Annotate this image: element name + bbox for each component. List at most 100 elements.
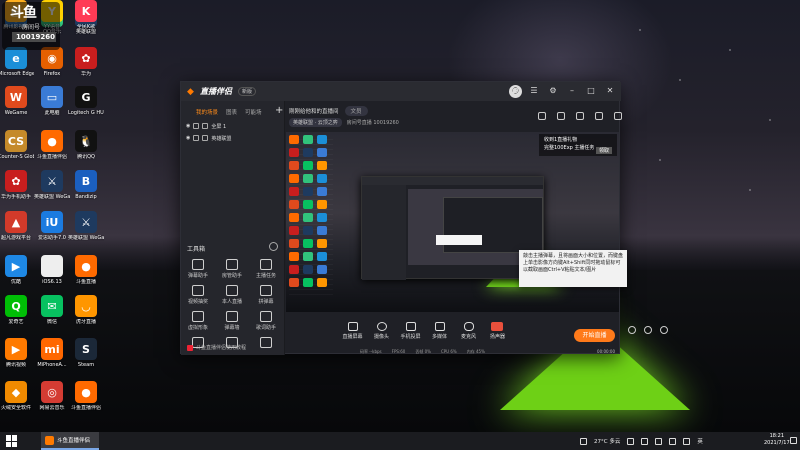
tool-button[interactable]: 歌词助手 bbox=[249, 311, 283, 331]
app-icon: ▲ bbox=[5, 211, 27, 233]
camera-button[interactable]: 摄像头 bbox=[367, 322, 396, 340]
phone-cast-button[interactable]: 手机投屏 bbox=[396, 322, 425, 340]
lock-icon[interactable] bbox=[193, 123, 200, 129]
streaming-app-window[interactable]: ◆ 直播伴侣 新版 ☺ ▣ ☰ ⚙ – □ ✕ 我的场景 图表 可能场 + ◉ … bbox=[180, 81, 668, 355]
desktop-icon[interactable]: ◉ Firefox bbox=[34, 47, 70, 77]
taskbar-app-douyu[interactable]: 斗鱼直播伴侣 bbox=[41, 432, 99, 450]
task-banner[interactable]: 收到1直播礼物 完整100Exp 主播任务 领取 bbox=[539, 134, 617, 156]
desktop-icon[interactable]: iOS6.13 bbox=[34, 255, 70, 285]
windows-start-icon[interactable] bbox=[6, 435, 18, 447]
desktop-icon-label: Microsoft Edge bbox=[0, 71, 34, 77]
gift-box-icon[interactable] bbox=[538, 112, 546, 120]
scene-item[interactable]: ◉ 英雄联盟 bbox=[181, 132, 284, 144]
version-badge[interactable]: 新版 bbox=[238, 87, 257, 96]
desktop-icon-label: 英雄联盟 WeGame版 bbox=[68, 235, 104, 241]
toolbox-settings-icon[interactable] bbox=[269, 242, 278, 251]
tool-button[interactable]: 主播任务 bbox=[249, 259, 283, 279]
desktop-icon[interactable]: ● 斗鱼直播伴侣 bbox=[34, 130, 70, 160]
preview-app-icon bbox=[303, 265, 313, 274]
desktop-icon[interactable]: ◆ 火绒安全软件 bbox=[0, 381, 34, 411]
tray-app-icon[interactable] bbox=[655, 437, 663, 445]
desktop-icon[interactable]: ✉ 微信 bbox=[34, 295, 70, 325]
tutorial-link[interactable]: 斗鱼直播伴侣使用教程 bbox=[187, 344, 246, 351]
add-scene-icon[interactable]: + bbox=[275, 105, 283, 116]
desktop-icon[interactable]: ● 斗鱼直播伴侣 bbox=[68, 381, 104, 411]
desktop-icon[interactable]: Q 爱奇艺 bbox=[0, 295, 34, 325]
desktop-icon[interactable]: ▲ 超凡游戏平台 bbox=[0, 211, 34, 241]
weather-icon[interactable] bbox=[580, 437, 587, 445]
room-tag[interactable]: 文员 bbox=[344, 106, 368, 116]
record-icon[interactable] bbox=[628, 326, 636, 334]
desktop-icon[interactable]: iU 爱思助手7.0 bbox=[34, 211, 70, 241]
chat-icon[interactable] bbox=[576, 112, 584, 120]
scene-item[interactable]: ◉ 全屏 1 bbox=[181, 120, 284, 132]
tool-button[interactable]: 房管助手 bbox=[215, 259, 249, 279]
tool-button[interactable]: 弹幕助手 bbox=[181, 259, 215, 279]
tool-button[interactable]: 本人直播 bbox=[215, 285, 249, 305]
desktop-icon[interactable]: ▶ 腾讯视频 bbox=[0, 338, 34, 368]
weather-text[interactable]: 27°C 多云 bbox=[594, 437, 620, 445]
desktop-icon[interactable]: ● 斗鱼直播 bbox=[68, 255, 104, 285]
room-title[interactable]: 刚刚给他和的直播间 bbox=[289, 107, 339, 115]
close-icon[interactable]: ✕ bbox=[605, 85, 615, 95]
microphone-button[interactable]: 麦克风 bbox=[454, 322, 483, 340]
tool-button[interactable]: 视频抽奖 bbox=[181, 285, 215, 305]
notification-icon[interactable] bbox=[790, 437, 797, 444]
ad-sub: 房间号 bbox=[22, 24, 41, 31]
desktop-icon[interactable]: ▭ 此电脑 bbox=[34, 86, 70, 116]
desktop-icon[interactable]: ◎ 网易云音乐 bbox=[34, 381, 70, 411]
speaker-button[interactable]: 扬声器 bbox=[483, 322, 512, 340]
minimize-icon[interactable]: – bbox=[567, 85, 577, 95]
lock-icon[interactable] bbox=[193, 135, 200, 141]
tool-button[interactable]: 拼弹幕 bbox=[249, 285, 283, 305]
tray-app-icon[interactable] bbox=[641, 437, 649, 445]
desktop-icon[interactable]: ✿ 华为 bbox=[68, 47, 104, 77]
desktop-icon[interactable]: CS Counter-S Global Off... bbox=[0, 130, 34, 160]
desktop-icon[interactable]: ⚔ 英雄联盟 WeGame版 bbox=[34, 170, 70, 200]
gear-icon[interactable] bbox=[660, 326, 668, 334]
start-live-button[interactable]: 开始直播 bbox=[574, 329, 615, 342]
media-button[interactable]: 多媒体 bbox=[425, 322, 454, 340]
gift-icon[interactable]: ▣ bbox=[510, 85, 520, 95]
preview-app-icon bbox=[303, 213, 313, 222]
desktop-icon[interactable]: W WeGame bbox=[0, 86, 34, 116]
desktop-icon[interactable]: ▶ 优酷 bbox=[0, 255, 34, 285]
maximize-icon[interactable]: □ bbox=[586, 85, 596, 95]
chevron-up-icon[interactable] bbox=[627, 437, 635, 445]
input-language[interactable]: 英 bbox=[697, 437, 703, 445]
desktop-icon[interactable]: B Bandizip bbox=[68, 170, 104, 200]
tab-scene[interactable]: 可能场 bbox=[245, 108, 262, 116]
desktop-icon[interactable]: mi MiPhoneA... bbox=[34, 338, 70, 368]
preview-app-icon bbox=[317, 252, 327, 261]
app-titlebar[interactable]: ◆ 直播伴侣 新版 ☺ ▣ ☰ ⚙ – □ ✕ bbox=[181, 82, 621, 101]
desktop-icon[interactable]: e Microsoft Edge bbox=[0, 47, 34, 77]
bell-icon[interactable] bbox=[595, 112, 603, 120]
share-icon[interactable] bbox=[614, 112, 622, 120]
volume-icon[interactable] bbox=[683, 437, 691, 445]
eye-icon[interactable] bbox=[644, 326, 652, 334]
screen-capture-button[interactable]: 直播屏幕 bbox=[338, 322, 367, 340]
desktop-icon[interactable]: ⚔ 英雄联盟 WeGame版 bbox=[68, 211, 104, 241]
desktop-icon[interactable]: ✿ 华为手机助手 bbox=[0, 170, 34, 200]
desktop-icon[interactable]: S Steam bbox=[68, 338, 104, 368]
preview-app-icon bbox=[289, 148, 299, 157]
category-pill[interactable]: 英雄联盟 · 云顶之弈 bbox=[289, 118, 342, 127]
lock-icon[interactable] bbox=[557, 112, 565, 120]
desktop-icon[interactable]: G Logitech G HUB bbox=[68, 86, 104, 116]
tool-button[interactable] bbox=[249, 337, 283, 350]
desktop-icon[interactable]: 🐧 腾讯QQ bbox=[68, 130, 104, 160]
app-icon: K bbox=[75, 0, 97, 22]
network-icon[interactable] bbox=[669, 437, 677, 445]
tool-button[interactable]: 弹幕墙 bbox=[215, 311, 249, 331]
tab-chart[interactable]: 图表 bbox=[226, 108, 237, 116]
tab-my-scenes[interactable]: 我的场景 bbox=[196, 108, 218, 116]
eye-icon[interactable]: ◉ bbox=[186, 123, 190, 129]
settings-icon[interactable]: ⚙ bbox=[548, 85, 558, 95]
menu-icon[interactable]: ☰ bbox=[529, 85, 539, 95]
clock[interactable]: 18:21 2021/7/17 bbox=[764, 433, 790, 447]
desktop-icon[interactable]: ◡ 虎牙直播 bbox=[68, 295, 104, 325]
tool-button[interactable]: 虚拟形象 bbox=[181, 311, 215, 331]
task-claim-button[interactable]: 领取 bbox=[595, 147, 612, 154]
desktop-icon[interactable]: K 全民K歌 bbox=[68, 0, 104, 30]
eye-icon[interactable]: ◉ bbox=[186, 135, 190, 141]
